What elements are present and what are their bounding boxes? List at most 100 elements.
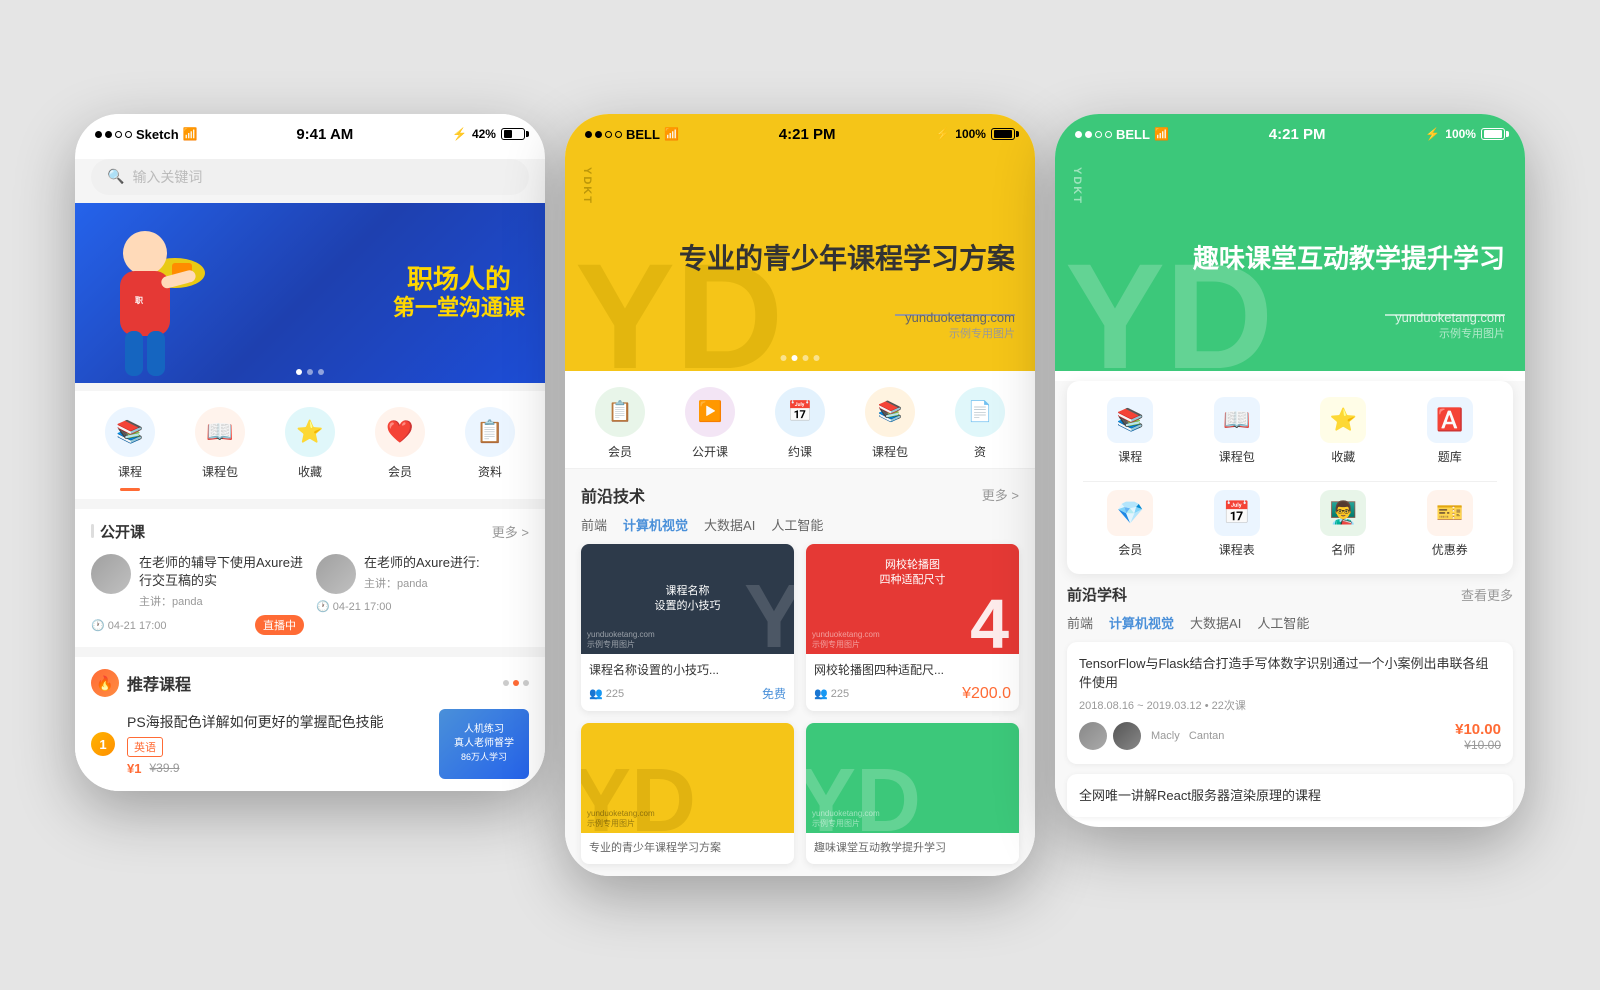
nav-label: 课程包	[202, 463, 238, 480]
grid-card-1[interactable]: 课程名称设置的小技巧 Y yunduoketang.com示例专用图片 课程名称…	[581, 544, 794, 711]
nav-item-vip-2[interactable]: 📋 会员	[595, 387, 645, 460]
nav3-vip-icon: 💎	[1107, 490, 1153, 536]
search-placeholder: 输入关键词	[132, 167, 202, 187]
nav-icon-vip-2: 📋	[595, 387, 645, 437]
sc-title-1: TensorFlow与Flask结合打造手写体数字识别通过一个小案例出串联各组件…	[1079, 654, 1501, 693]
grid-card-4[interactable]: YD yunduoketang.com示例专用图片 趣味课堂互动教学提升学习	[806, 723, 1019, 864]
phone2-nav: 📋 会员 ▶️ 公开课 📅 约课 📚 课程包 📄 资	[565, 371, 1035, 469]
nav3-timetable-icon: 📅	[1214, 490, 1260, 536]
filter-tabs-2: 前端 计算机视觉 大数据AI 人工智能	[565, 515, 1035, 544]
filter-ai[interactable]: 人工智能	[771, 515, 823, 534]
grid-card-3[interactable]: YD yunduoketang.com示例专用图片 专业的青少年课程学习方案	[581, 723, 794, 864]
nav-item-pkg-2[interactable]: 📚 课程包	[865, 387, 915, 460]
time-label: 9:41 AM	[296, 126, 353, 143]
course-teacher-2: 主讲：panda	[364, 575, 529, 591]
wifi-icon: 📶	[183, 127, 198, 141]
card-title-4: 趣味课堂互动教学提升学习	[814, 841, 1011, 856]
signal-dot	[125, 131, 132, 138]
course-card-2[interactable]: 在老师的Axure进行: 主讲：panda 🕐 04-21 17:00	[316, 554, 529, 635]
recommend-label: 推荐课程	[127, 671, 191, 695]
subject-course-1[interactable]: TensorFlow与Flask结合打造手写体数字识别通过一个小案例出串联各组件…	[1067, 642, 1513, 764]
nav3-vip[interactable]: 💎 会员	[1083, 490, 1178, 558]
card-thumb-4: YD yunduoketang.com示例专用图片	[806, 723, 1019, 833]
more-link-2[interactable]: 更多 >	[982, 485, 1019, 504]
nav3-package-icon: 📖	[1214, 397, 1260, 443]
nav-icon-public-2: ▶️	[685, 387, 735, 437]
nav3-course[interactable]: 📚 课程	[1083, 397, 1178, 465]
nav-item-favorite[interactable]: ⭐ 收藏	[285, 407, 335, 491]
nav-icon-vip: ❤️	[375, 407, 425, 457]
nav-item-package[interactable]: 📖 课程包	[195, 407, 245, 491]
time-label-2: 4:21 PM	[779, 126, 836, 143]
banner-ydkt3-label: YDKT	[1071, 167, 1083, 205]
nav-item-schedule-2[interactable]: 📅 约课	[775, 387, 825, 460]
wifi-icon-2: 📶	[664, 127, 679, 141]
nav3-timetable[interactable]: 📅 课程表	[1190, 490, 1285, 558]
subject-course-2[interactable]: 全网唯一讲解React服务器渲染原理的课程	[1067, 774, 1513, 818]
recommend-course-1[interactable]: 1 PS海报配色详解如何更好的掌握配色技能 英语 ¥1 ¥39.9 人机练习真人…	[91, 709, 529, 779]
battery-icon-3	[1481, 128, 1505, 140]
section2-title: 前沿技术	[581, 483, 645, 507]
course-time-2: 🕐 04-21 17:00	[316, 600, 391, 613]
banner-image: 职 职场人的 第一堂沟通课	[75, 203, 545, 383]
filter-cv-3[interactable]: 计算机视觉	[1109, 613, 1174, 632]
nav-icon-material: 📋	[465, 407, 515, 457]
svg-text:职: 职	[135, 296, 143, 305]
nav3-teacher[interactable]: 👨‍🏫 名师	[1296, 490, 1391, 558]
nav3-course-label: 课程	[1118, 448, 1142, 465]
filter-qianduan[interactable]: 前端	[581, 515, 607, 534]
banner-person: 职	[90, 213, 220, 383]
filter-ai-3[interactable]: 人工智能	[1257, 613, 1309, 632]
more-link[interactable]: 更多 >	[492, 522, 529, 541]
battery-icon	[501, 128, 525, 140]
wifi-icon-3: 📶	[1154, 127, 1169, 141]
nav3-coupon[interactable]: 🎫 优惠券	[1403, 490, 1498, 558]
battery-percent: 42%	[472, 127, 496, 141]
course-card-1[interactable]: 在老师的辅导下使用Axure进行交互稿的实 主讲：panda 🕐 04-21 1…	[91, 554, 304, 635]
nav3-teacher-icon: 👨‍🏫	[1320, 490, 1366, 536]
signal-dot	[1095, 131, 1102, 138]
nav3-bank-icon: 🅰️	[1427, 397, 1473, 443]
nav3-bank-label: 题库	[1438, 448, 1462, 465]
nav-item-course[interactable]: 📚 课程	[105, 407, 155, 491]
banner-note: 示例专用图片	[905, 325, 1015, 341]
nav3-bank[interactable]: 🅰️ 题库	[1403, 397, 1498, 465]
filter-qianduan-3[interactable]: 前端	[1067, 613, 1093, 632]
nav-icon-course: 📚	[105, 407, 155, 457]
rec-dot	[503, 680, 509, 686]
thumb-text-1: 课程名称设置的小技巧	[649, 578, 727, 621]
nav-item-vip[interactable]: ❤️ 会员	[375, 407, 425, 491]
nav-item-material[interactable]: 📋 资料	[465, 407, 515, 491]
battery-percent-3: 100%	[1445, 127, 1476, 141]
nav3-vip-label: 会员	[1118, 541, 1142, 558]
search-bar[interactable]: 🔍 输入关键词	[91, 159, 529, 195]
carrier-label-2: BELL	[626, 127, 660, 142]
nav-label: 资	[974, 443, 986, 460]
course-thumbnail: 人机练习真人老师督学86万人学习	[439, 709, 529, 779]
banner-ydkt-label: YDKT	[581, 167, 593, 205]
grid-card-2[interactable]: 网校轮播图四种适配尺寸 4 yunduoketang.com示例专用图片 网校轮…	[806, 544, 1019, 711]
nav-icons-1: 📚 课程 📖 课程包 ⭐ 收藏 ❤️ 会员 📋	[75, 391, 545, 499]
nav3-package[interactable]: 📖 课程包	[1190, 397, 1285, 465]
teacher-avatar-cantan	[1113, 722, 1141, 750]
students-2: 👥 225	[814, 687, 849, 700]
phone2-main: 前沿技术 更多 > 前端 计算机视觉 大数据AI 人工智能 课程名称设置的小技巧…	[565, 469, 1035, 876]
filter-bigdata-3[interactable]: 大数据AI	[1190, 613, 1241, 632]
banner-dot	[781, 355, 787, 361]
signal-dot	[1085, 131, 1092, 138]
current-price-1: ¥10.00	[1455, 721, 1501, 738]
view-more[interactable]: 查看更多	[1461, 585, 1513, 604]
recommend-fire-icon: 🔥	[91, 669, 119, 697]
live-badge: 直播中	[255, 615, 304, 635]
teachers: Macly Cantan	[1079, 722, 1224, 750]
banner3-website: yunduoketang.com 示例专用图片	[1395, 310, 1505, 341]
filter-cv[interactable]: 计算机视觉	[623, 515, 688, 534]
signal-dot	[1075, 131, 1082, 138]
nav-item-public-2[interactable]: ▶️ 公开课	[685, 387, 735, 460]
filter-bigdata[interactable]: 大数据AI	[704, 515, 755, 534]
nav-item-material-2[interactable]: 📄 资	[955, 387, 1005, 460]
active-bar	[120, 488, 140, 491]
phone3-nav-card: 📚 课程 📖 课程包 ⭐ 收藏 🅰️ 题库	[1067, 381, 1513, 574]
nav3-favorite[interactable]: ⭐ 收藏	[1296, 397, 1391, 465]
carrier-label: Sketch	[136, 127, 179, 142]
